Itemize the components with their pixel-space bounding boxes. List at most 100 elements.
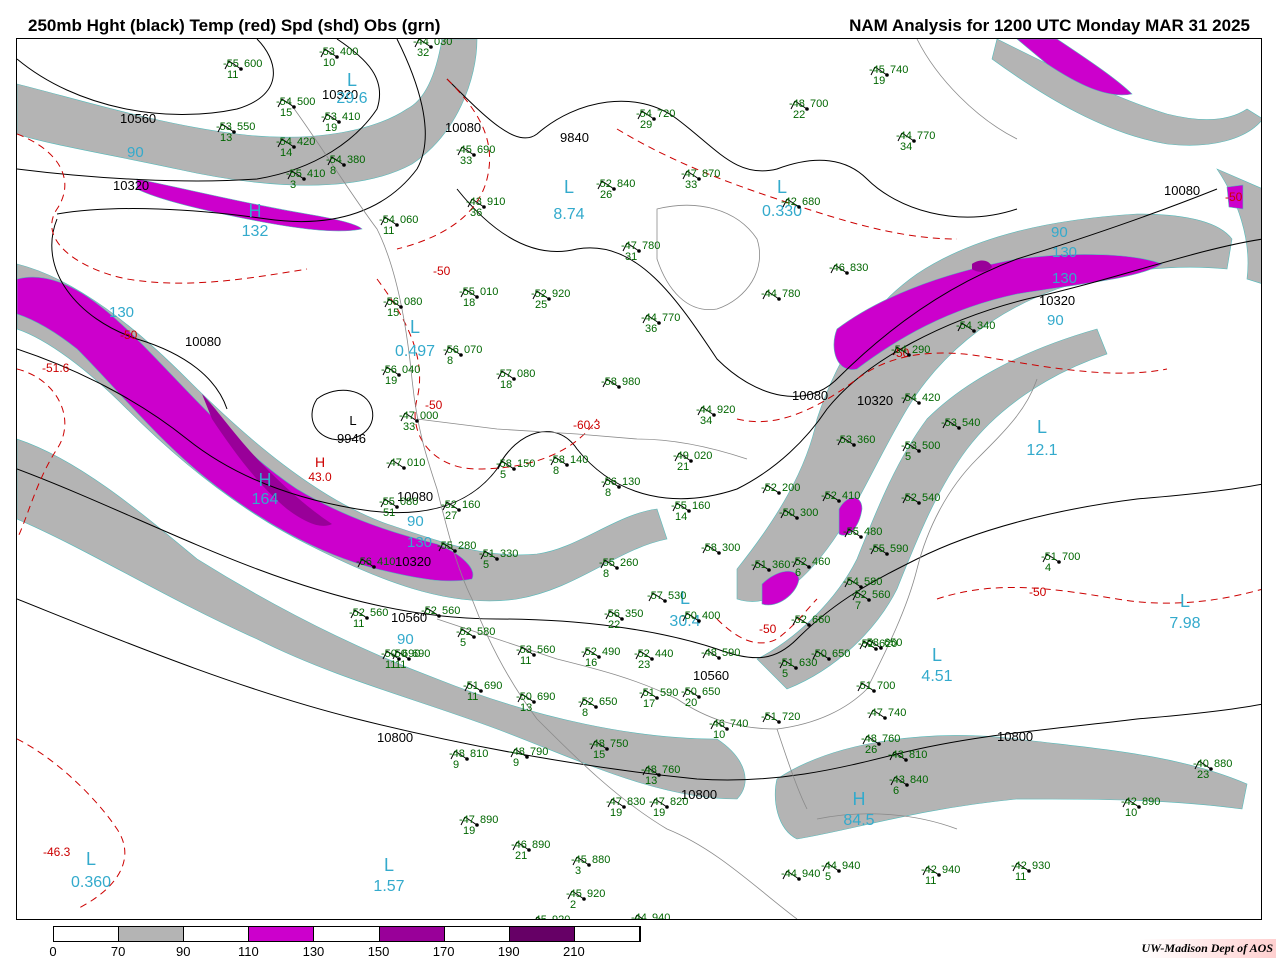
obs-value: 650 bbox=[832, 648, 850, 660]
speed-label: 90 bbox=[1051, 224, 1068, 241]
obs-value: -44 bbox=[781, 868, 797, 880]
obs-value: -53 bbox=[941, 417, 957, 429]
station-plot: -55 2608 bbox=[599, 557, 638, 580]
obs-value: -50 bbox=[681, 610, 697, 622]
obs-value: 6 bbox=[795, 567, 801, 579]
obs-value: 650 bbox=[884, 637, 902, 649]
svg-text:H: H bbox=[853, 789, 866, 809]
svg-text:29.6: 29.6 bbox=[336, 90, 367, 107]
obs-value: 20 bbox=[685, 697, 697, 709]
station-plot: -48 7909 bbox=[509, 746, 548, 769]
obs-value: 5 bbox=[460, 637, 466, 649]
station-plot: -56 1308 bbox=[601, 476, 640, 499]
analysis-time: NAM Analysis for 1200 UTC Monday MAR 31 … bbox=[849, 16, 1250, 35]
obs-value: 340 bbox=[977, 320, 995, 332]
station-plot: -44 77034 bbox=[896, 130, 935, 153]
obs-value: 13 bbox=[645, 775, 657, 787]
obs-value: 890 bbox=[480, 814, 498, 826]
obs-value: 700 bbox=[810, 98, 828, 110]
obs-value: 030 bbox=[434, 39, 452, 48]
obs-value: 420 bbox=[297, 136, 315, 148]
legend-swatch bbox=[54, 927, 120, 941]
station-plot: -50 69013 bbox=[516, 691, 555, 714]
obs-value: 820 bbox=[670, 796, 688, 808]
station-plot: -52 56011 bbox=[349, 607, 388, 630]
obs-value: -52 bbox=[421, 605, 437, 617]
obs-value: 750 bbox=[610, 738, 628, 750]
obs-value: 130 bbox=[622, 476, 640, 488]
obs-value: 740 bbox=[888, 707, 906, 719]
station-plot: -55 60011 bbox=[223, 58, 262, 81]
station-plot: -52 200 bbox=[761, 482, 800, 495]
station-plot: -44 9405 bbox=[821, 860, 860, 883]
obs-value: 18 bbox=[500, 379, 512, 391]
station-plot: -53 40010 bbox=[319, 46, 358, 69]
credit-text: UW-Madison Dept of AOS bbox=[1138, 939, 1276, 958]
station-plot: -54 50015 bbox=[276, 96, 315, 119]
station-plot: -50 400 bbox=[681, 610, 720, 623]
obs-value: 21 bbox=[677, 461, 689, 473]
obs-value: 590 bbox=[722, 647, 740, 659]
legend-tick: 150 bbox=[367, 944, 390, 959]
obs-value: 870 bbox=[702, 168, 720, 180]
obs-value: 5 bbox=[483, 559, 489, 571]
svg-text:43.0: 43.0 bbox=[308, 470, 332, 484]
obs-value: 690 bbox=[402, 648, 420, 660]
obs-value: -43 bbox=[888, 749, 904, 761]
obs-value: 650 bbox=[599, 696, 617, 708]
extremum-low-height: L bbox=[349, 413, 356, 428]
obs-value: 11 bbox=[227, 69, 238, 81]
height-label: 10080 bbox=[792, 388, 828, 403]
station-plot: -47 010 bbox=[386, 457, 425, 470]
obs-value: 580 bbox=[864, 576, 882, 588]
obs-value: 410 bbox=[307, 168, 325, 180]
obs-value: 14 bbox=[675, 511, 687, 523]
obs-value: 8 bbox=[553, 465, 559, 477]
height-label: 10560 bbox=[693, 668, 729, 683]
obs-value: 410 bbox=[842, 490, 860, 502]
station-plot: -42 93011 bbox=[1011, 860, 1050, 883]
height-label: 10320 bbox=[1039, 293, 1075, 308]
obs-value: 19 bbox=[873, 75, 885, 87]
obs-value: 770 bbox=[662, 312, 680, 324]
obs-value: 300 bbox=[800, 507, 818, 519]
temp-label: -50 bbox=[433, 264, 451, 278]
svg-text:L: L bbox=[347, 70, 357, 90]
obs-value: 350 bbox=[625, 608, 643, 620]
obs-value: 34 bbox=[700, 415, 712, 427]
obs-value: 9 bbox=[453, 759, 459, 771]
weather-map: 10560 10320 10320 10080 9840 10080 10080… bbox=[17, 39, 1261, 919]
obs-value: -47 bbox=[386, 457, 402, 469]
svg-text:4.51: 4.51 bbox=[921, 668, 952, 685]
svg-text:1.57: 1.57 bbox=[373, 878, 404, 895]
obs-value: 19 bbox=[653, 807, 665, 819]
station-plot: -57 08018 bbox=[496, 368, 535, 391]
obs-value: -55 bbox=[869, 543, 885, 555]
speed-legend: 0 70 90 110 130 150 170 190 210 bbox=[49, 926, 641, 959]
obs-value: 420 bbox=[922, 392, 940, 404]
obs-value: 31 bbox=[625, 251, 637, 263]
obs-value: 11 bbox=[467, 691, 478, 703]
obs-value: 760 bbox=[882, 733, 900, 745]
obs-value: 560 bbox=[872, 589, 890, 601]
obs-value: 840 bbox=[617, 178, 635, 190]
station-plot: -55 16014 bbox=[671, 500, 710, 523]
obs-value: 36 bbox=[645, 323, 657, 335]
svg-text:L: L bbox=[86, 849, 96, 869]
obs-value: 8 bbox=[603, 568, 609, 580]
legend-swatch bbox=[379, 927, 445, 941]
obs-value: 410 bbox=[377, 556, 395, 568]
obs-value: 700 bbox=[877, 680, 895, 692]
svg-text:H: H bbox=[259, 470, 272, 490]
obs-value: 740 bbox=[730, 718, 748, 730]
obs-value: 15 bbox=[593, 749, 605, 761]
obs-value: 36 bbox=[470, 207, 482, 219]
obs-value: 19 bbox=[385, 375, 397, 387]
obs-value: -44 bbox=[761, 288, 777, 300]
obs-value: 22 bbox=[793, 109, 805, 121]
obs-value: -51 bbox=[751, 559, 767, 571]
obs-value: 580 bbox=[477, 626, 495, 638]
svg-text:L: L bbox=[1037, 417, 1047, 437]
obs-value: 550 bbox=[237, 121, 255, 133]
station-plot: -44 780 bbox=[761, 288, 800, 301]
